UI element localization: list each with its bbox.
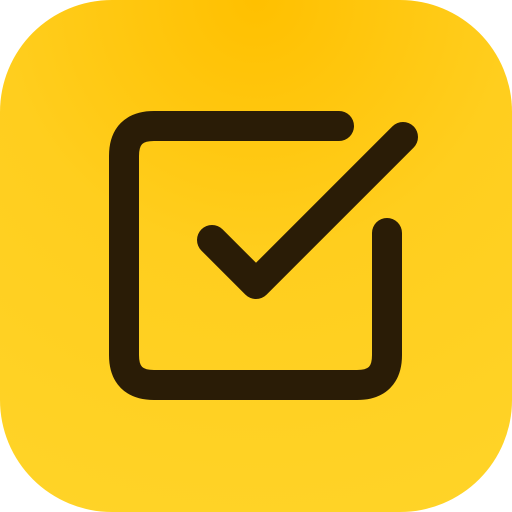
checkbox-outline-shape <box>109 111 402 400</box>
app-icon-tile[interactable] <box>0 0 512 512</box>
checkbox-checked-icon <box>109 111 418 400</box>
